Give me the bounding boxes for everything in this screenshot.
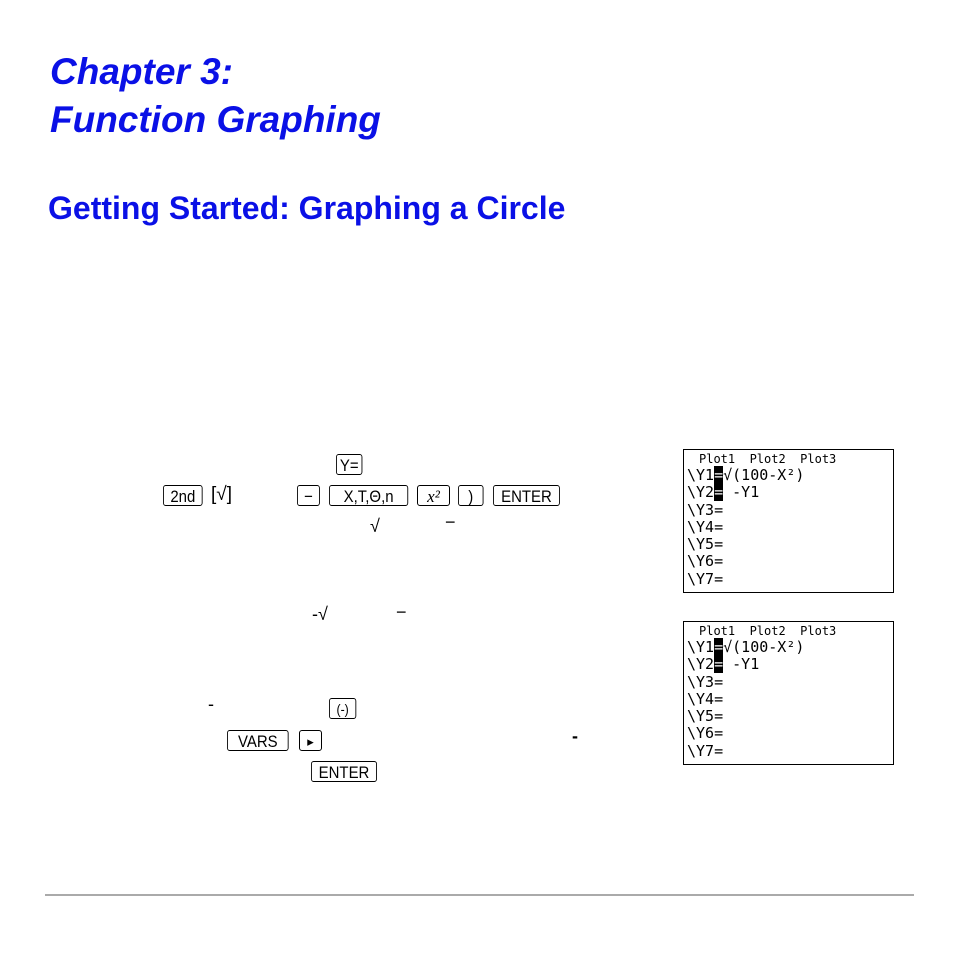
y-equation-row: \Y2= -Y1	[687, 483, 893, 502]
key-vars: VARS	[227, 730, 289, 751]
y-label: \Y1	[687, 466, 715, 484]
equals-sign: =	[714, 569, 724, 588]
y-label: \Y2	[687, 483, 715, 502]
key-y-equals: Y=	[336, 454, 363, 475]
calculator-screen-y-editor: Plot1 Plot2 Plot3 \Y1=√(100-X²) \Y2= -Y1 \Y…	[683, 449, 894, 593]
equals-sign: =	[714, 707, 724, 726]
equals-sign: =	[714, 741, 724, 760]
y-equation-row: \Y5=	[687, 708, 893, 725]
key-close-paren: )	[458, 485, 484, 506]
y-label: \Y7	[687, 569, 715, 588]
negative-sqrt-symbol: -√	[312, 604, 328, 624]
y-equation-row: \Y3=	[687, 672, 893, 691]
minus-symbol: −	[445, 512, 456, 532]
y-equation-row: \Y7=	[687, 741, 893, 760]
key-minus: −	[297, 485, 320, 506]
key-2nd: 2nd	[163, 485, 203, 506]
key-enter: ENTER	[493, 485, 560, 506]
y-label: \Y5	[687, 535, 715, 554]
y-label: \Y6	[687, 552, 715, 571]
equals-sign: =	[714, 724, 724, 743]
y-equation-row: \Y7=	[687, 569, 893, 588]
equals-sign: =	[714, 535, 724, 554]
y-equation-row: \Y3=	[687, 500, 893, 519]
y-equation-row: \Y5=	[687, 536, 893, 553]
y-label: \Y3	[687, 500, 715, 519]
key-sqrt-secondary: [√]	[211, 484, 232, 505]
minus-symbol: −	[396, 602, 407, 622]
y-label: \Y3	[687, 672, 715, 691]
key-negative: (-)	[329, 698, 357, 719]
y-label: \Y6	[687, 724, 715, 743]
equals-sign: =	[714, 689, 724, 708]
key-x-t-theta-n: X,T,Θ,n	[329, 485, 409, 506]
y-equation-row: \Y1=√(100-X²)	[687, 638, 893, 656]
equals-sign: =	[714, 517, 724, 536]
key-enter: ENTER	[311, 761, 377, 782]
y-equation-row: \Y6=	[687, 553, 893, 570]
section-title: Getting Started: Graphing a Circle	[48, 190, 566, 226]
y-equation-row: \Y4=	[687, 517, 893, 536]
y-label: \Y5	[687, 707, 715, 726]
y-label: \Y7	[687, 741, 715, 760]
y-equation-row: \Y2= -Y1	[687, 655, 893, 674]
equals-sign: =	[714, 483, 724, 502]
y-expression: √(100-X²)	[723, 638, 805, 656]
equals-sign: =	[714, 466, 724, 484]
equals-sign: =	[714, 672, 724, 691]
equals-sign: =	[714, 500, 724, 519]
chapter-title-line1: Chapter 3:	[50, 51, 233, 92]
calculator-screen-y-editor: Plot1 Plot2 Plot3 \Y1=√(100-X²) \Y2= -Y1 \Y…	[683, 621, 894, 765]
y-label: \Y2	[687, 655, 715, 674]
y-equation-row: \Y4=	[687, 689, 893, 708]
plot-header: Plot1 Plot2 Plot3	[699, 452, 837, 466]
y-label: \Y4	[687, 517, 715, 536]
chapter-title-line2: Function Graphing	[50, 99, 381, 140]
equals-sign: =	[714, 638, 724, 656]
y-equation-row: \Y1=√(100-X²)	[687, 466, 893, 484]
key-x-squared: x²	[417, 485, 450, 506]
y-expression: -Y1	[723, 483, 760, 502]
plot-header: Plot1 Plot2 Plot3	[699, 624, 837, 638]
dash-symbol: -	[208, 694, 214, 714]
equals-sign: =	[714, 655, 724, 674]
y-expression: -Y1	[723, 655, 760, 674]
y-label: \Y4	[687, 689, 715, 708]
key-right-arrow: ▸	[299, 730, 322, 751]
y-label: \Y1	[687, 638, 715, 656]
sqrt-symbol: √	[370, 516, 380, 536]
footer-divider	[45, 894, 914, 896]
y-equation-row: \Y6=	[687, 725, 893, 742]
dash-symbol: -	[572, 726, 578, 746]
y-expression: √(100-X²)	[723, 466, 805, 484]
equals-sign: =	[714, 552, 724, 571]
